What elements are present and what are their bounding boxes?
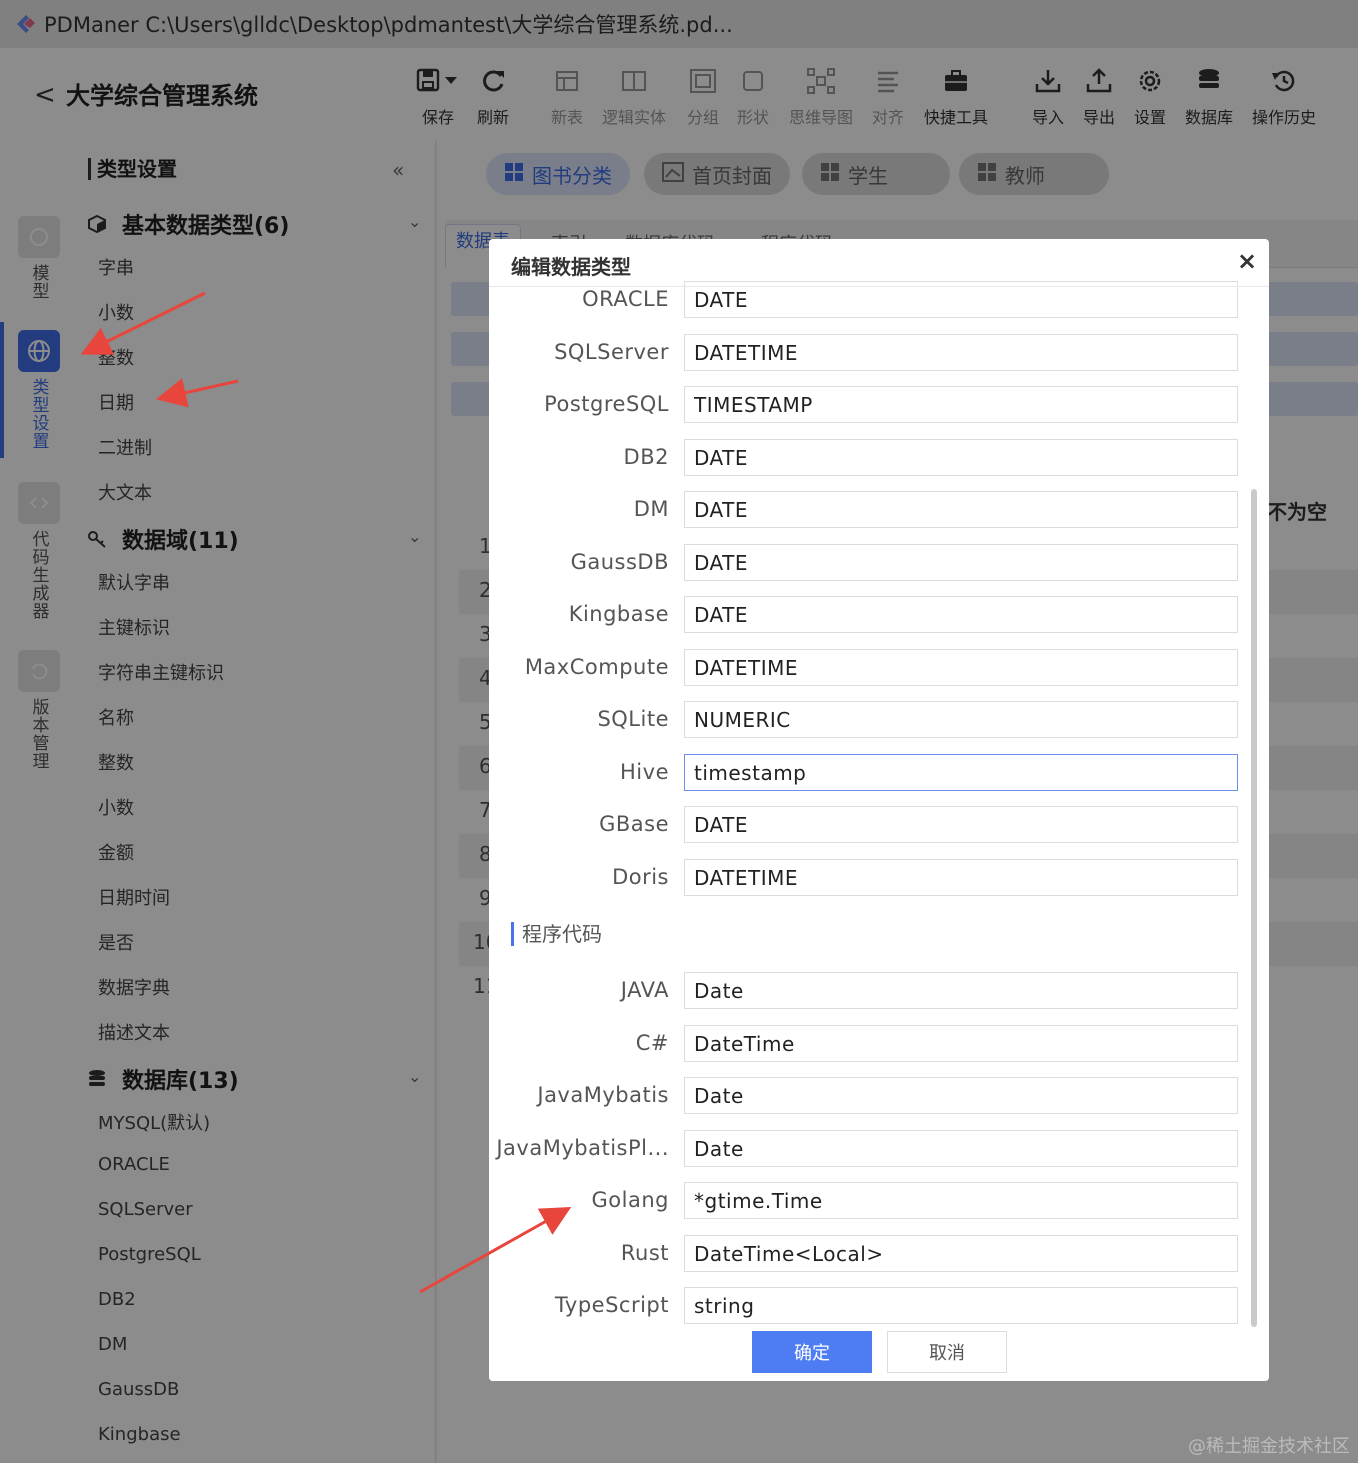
confirm-button[interactable]: 确定 (752, 1331, 872, 1373)
field-row-javamybatis: JavaMybatis (489, 1077, 1269, 1115)
field-row-gbase: GBase (489, 806, 1269, 844)
golang-type-input[interactable] (684, 1182, 1238, 1219)
field-row-sqlserver: SQLServer (489, 334, 1269, 372)
field-row-doris: Doris (489, 859, 1269, 897)
postgresql-type-input[interactable] (684, 386, 1238, 423)
field-row-rust: Rust (489, 1235, 1269, 1273)
dialog-footer: 确定 取消 (489, 1327, 1269, 1381)
gbase-type-input[interactable] (684, 806, 1238, 843)
hive-type-input[interactable] (684, 754, 1238, 791)
doris-type-input[interactable] (684, 859, 1238, 896)
cancel-button[interactable]: 取消 (887, 1331, 1007, 1373)
javamybatis-type-input[interactable] (684, 1077, 1238, 1114)
close-icon[interactable]: × (1237, 247, 1257, 275)
dialog-header: 编辑数据类型 × (489, 239, 1269, 287)
sqlite-type-input[interactable] (684, 701, 1238, 738)
field-row-db2: DB2 (489, 439, 1269, 477)
field-row-csharp: C# (489, 1025, 1269, 1063)
field-row-sqlite: SQLite (489, 701, 1269, 739)
field-row-java: JAVA (489, 972, 1269, 1010)
csharp-type-input[interactable] (684, 1025, 1238, 1062)
field-row-dm: DM (489, 491, 1269, 529)
dialog-scrollbar[interactable] (1251, 489, 1257, 1327)
field-row-typescript: TypeScript (489, 1287, 1269, 1325)
field-row-postgresql: PostgreSQL (489, 386, 1269, 424)
dialog-title: 编辑数据类型 (511, 255, 631, 279)
typescript-type-input[interactable] (684, 1287, 1238, 1324)
gaussdb-type-input[interactable] (684, 544, 1238, 581)
field-row-golang: Golang (489, 1182, 1269, 1220)
kingbase-type-input[interactable] (684, 596, 1238, 633)
field-row-maxcompute: MaxCompute (489, 649, 1269, 687)
sqlserver-type-input[interactable] (684, 334, 1238, 371)
edit-datatype-dialog: ORACLE SQLServer PostgreSQL DB2 DM Gauss… (489, 239, 1269, 1381)
field-row-javamybatisplus: JavaMybatisPl... (489, 1130, 1269, 1168)
field-row-kingbase: Kingbase (489, 596, 1269, 634)
db2-type-input[interactable] (684, 439, 1238, 476)
watermark: @稀土掘金技术社区 (1188, 1436, 1350, 1457)
java-type-input[interactable] (684, 972, 1238, 1009)
javamybatisplus-type-input[interactable] (684, 1130, 1238, 1167)
dm-type-input[interactable] (684, 491, 1238, 528)
field-row-hive: Hive (489, 754, 1269, 792)
maxcompute-type-input[interactable] (684, 649, 1238, 686)
field-row-gaussdb: GaussDB (489, 544, 1269, 582)
rust-type-input[interactable] (684, 1235, 1238, 1272)
program-code-section-title: 程序代码 (511, 922, 602, 946)
